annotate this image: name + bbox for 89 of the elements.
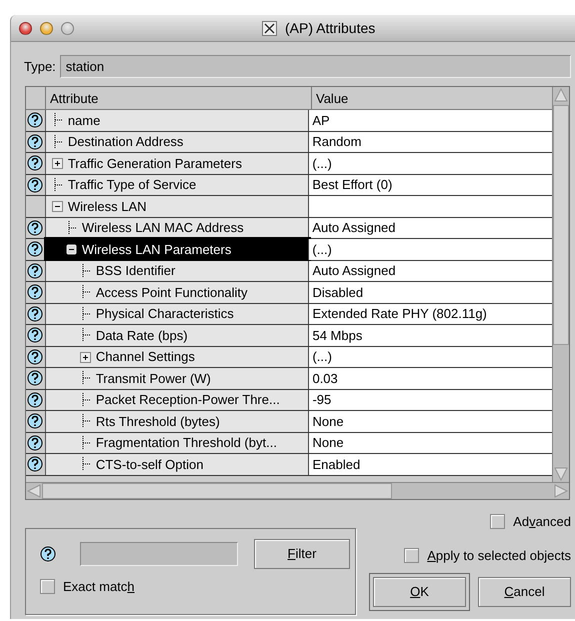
value-cell[interactable] — [309, 196, 552, 216]
attribute-cell[interactable]: Traffic Generation Parameters — [46, 153, 310, 174]
attribute-cell[interactable]: Transmit Power (W) — [46, 368, 310, 388]
attribute-name: Destination Address — [68, 133, 184, 151]
value-cell[interactable]: (...) — [309, 239, 552, 260]
value-cell[interactable]: (...) — [309, 153, 552, 174]
attribute-name: Traffic Generation Parameters — [68, 154, 242, 172]
tree-line-icon[interactable] — [80, 306, 92, 321]
zoom-button[interactable] — [61, 22, 74, 34]
horizontal-scrollbar[interactable] — [26, 482, 569, 499]
option-checkbox[interactable]: Advanced — [490, 512, 571, 532]
value-cell[interactable]: Extended Rate PHY (802.11g) — [309, 304, 552, 324]
collapse-icon[interactable] — [66, 242, 78, 256]
value-cell[interactable]: 54 Mbps — [309, 325, 552, 346]
value-cell[interactable]: None — [309, 411, 552, 432]
help-icon[interactable] — [40, 546, 56, 562]
expand-icon[interactable] — [52, 156, 64, 170]
value-cell[interactable]: Disabled — [309, 282, 552, 302]
value-cell[interactable]: AP — [309, 110, 552, 130]
tree-line-icon[interactable] — [80, 285, 92, 300]
attribute-cell[interactable]: CTS-to-self Option — [46, 454, 310, 474]
attribute-cell[interactable]: Destination Address — [46, 132, 310, 152]
attribute-name: Wireless LAN — [68, 198, 147, 216]
attribute-name: CTS-to-self Option — [96, 456, 204, 474]
tree-line-icon[interactable] — [80, 392, 92, 407]
attribute-cell[interactable]: Fragmentation Threshold (byt... — [46, 432, 310, 453]
attribute-name: Fragmentation Threshold (byt... — [96, 434, 277, 452]
collapse-icon[interactable] — [52, 199, 64, 214]
tree-line-icon[interactable] — [80, 457, 92, 472]
tree-line-icon[interactable] — [52, 134, 64, 149]
dialog-button[interactable]: OK — [373, 577, 466, 607]
attribute-name: Rts Threshold (bytes) — [96, 412, 220, 431]
type-field: station — [60, 55, 571, 78]
attribute-cell[interactable]: Rts Threshold (bytes) — [46, 411, 310, 432]
attribute-name: Transmit Power (W) — [96, 370, 211, 388]
expand-icon[interactable] — [80, 350, 92, 364]
window-title: (AP) Attributes — [285, 18, 376, 38]
scroll-thumb[interactable] — [553, 105, 569, 345]
value-cell[interactable]: (...) — [309, 346, 552, 367]
attribute-cell[interactable]: BSS Identifier — [46, 260, 310, 281]
attribute-name: Wireless LAN MAC Address — [82, 219, 244, 237]
attribute-cell[interactable]: Traffic Type of Service — [46, 174, 310, 195]
attribute-name: Data Rate (bps) — [96, 326, 188, 345]
tree-line-icon[interactable] — [80, 371, 92, 386]
value-cell[interactable]: Enabled — [309, 454, 552, 474]
attribute-name: Access Point Functionality — [96, 284, 248, 302]
option-checkbox[interactable]: Apply to selected objects — [404, 546, 571, 565]
filter-button[interactable]: Filter — [254, 539, 350, 569]
tree-line-icon[interactable] — [52, 113, 64, 128]
attribute-name: BSS Identifier — [96, 262, 176, 280]
value-cell[interactable]: Auto Assigned — [309, 218, 552, 238]
scroll-thumb[interactable] — [42, 483, 392, 499]
attribute-cell[interactable]: Wireless LAN MAC Address — [46, 218, 310, 238]
attribute-cell[interactable]: Channel Settings — [46, 346, 310, 367]
dialog-button[interactable]: Cancel — [478, 577, 571, 607]
attribute-cell[interactable]: Wireless LAN Parameters — [46, 239, 310, 260]
filter-input[interactable] — [80, 542, 238, 566]
attribute-name: Traffic Type of Service — [68, 176, 196, 194]
value-cell[interactable]: Auto Assigned — [309, 260, 552, 281]
value-cell[interactable]: None — [309, 432, 552, 453]
attribute-cell[interactable]: Physical Characteristics — [46, 304, 310, 324]
tree-line-icon[interactable] — [80, 436, 92, 450]
attribute-cell[interactable]: Packet Reception-Power Thre... — [46, 390, 310, 410]
column-header[interactable]: Value — [312, 87, 552, 109]
tree-line-icon[interactable] — [52, 178, 64, 192]
attribute-name: name — [68, 112, 100, 130]
value-cell[interactable]: Best Effort (0) — [309, 174, 552, 195]
tree-line-icon[interactable] — [80, 414, 92, 428]
attribute-cell[interactable]: name — [46, 110, 310, 130]
value-cell[interactable]: 0.03 — [309, 368, 552, 388]
x-window-icon — [262, 20, 277, 36]
exact-match-checkbox[interactable]: Exact match — [40, 577, 355, 596]
minimize-button[interactable] — [40, 22, 53, 34]
value-cell[interactable]: Random — [309, 132, 552, 152]
tree-line-icon[interactable] — [80, 328, 92, 342]
attribute-cell[interactable]: Wireless LAN — [46, 196, 310, 216]
tree-line-icon[interactable] — [80, 264, 92, 278]
value-cell[interactable]: -95 — [309, 390, 552, 410]
column-header[interactable]: Attribute — [46, 87, 312, 109]
type-label: Type: — [24, 58, 56, 76]
tree-line-icon[interactable] — [66, 220, 78, 235]
attribute-name: Wireless LAN Parameters — [82, 240, 232, 258]
attribute-name: Channel Settings — [96, 348, 195, 366]
attribute-cell[interactable]: Data Rate (bps) — [46, 325, 310, 346]
vertical-scrollbar[interactable] — [552, 87, 569, 482]
attribute-name: Physical Characteristics — [96, 305, 234, 323]
attribute-name: Packet Reception-Power Thre... — [96, 391, 280, 409]
attribute-cell[interactable]: Access Point Functionality — [46, 282, 310, 302]
close-button[interactable] — [19, 22, 32, 34]
